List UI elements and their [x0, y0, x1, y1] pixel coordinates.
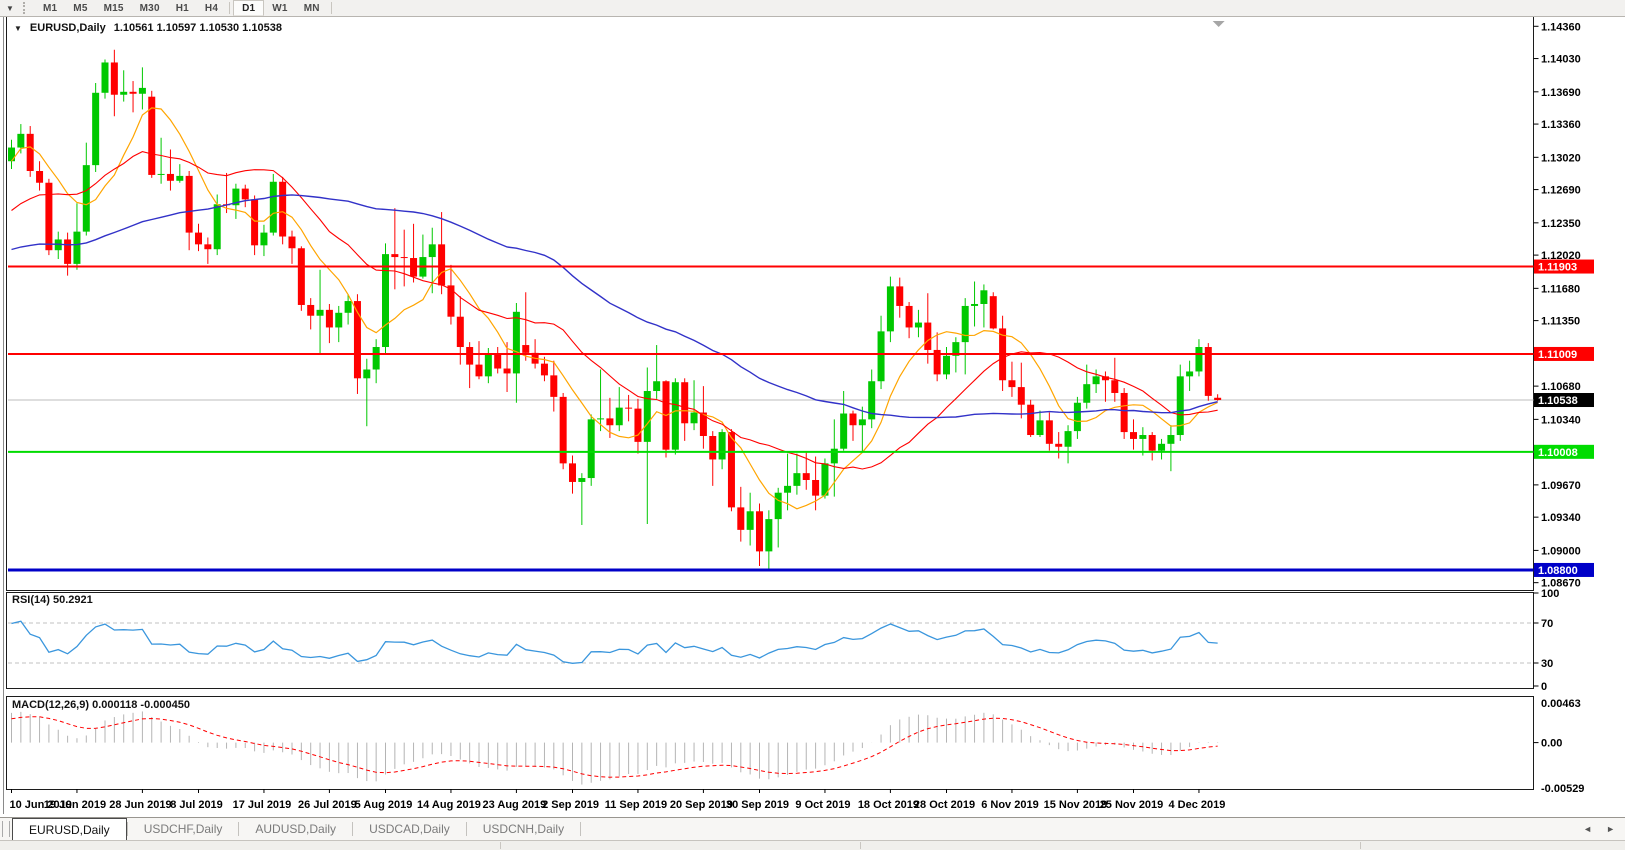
chart-tab-eurusd[interactable]: EURUSD,Daily: [12, 818, 127, 841]
candles-group: [8, 50, 1221, 571]
date-tick-label: 6 Nov 2019: [981, 799, 1038, 811]
chart-canvas[interactable]: 1.14360 1.14030 1.13690 1.13360 1.13020 1.126…: [0, 0, 1625, 849]
rsi-tick-label: 0: [1541, 681, 1547, 693]
chart-ohlc-values: 1.10561 1.10597 1.10530 1.10538: [114, 22, 282, 34]
rsi-tick-label: 30: [1541, 658, 1553, 670]
dropdown-arrow-icon: ▼: [6, 4, 14, 13]
price-tick-label: 1.11350: [1541, 316, 1580, 328]
price-tick-label: 1.13360: [1541, 119, 1581, 131]
date-tick-label: 30 Sep 2019: [726, 799, 789, 811]
macd-tick-label: 0.00: [1541, 738, 1562, 750]
tab-separator: [580, 822, 581, 836]
date-tick-label: 18 Oct 2019: [858, 799, 919, 811]
price-badge: 1.11009: [1534, 347, 1594, 361]
date-tick-label: 9 Oct 2019: [795, 799, 850, 811]
price-tick-label: 1.09000: [1541, 545, 1581, 557]
status-separator: [1360, 842, 1361, 849]
svg-text:1.10008: 1.10008: [1538, 447, 1578, 459]
chart-tab-usdcad[interactable]: USDCAD,Daily: [353, 818, 466, 840]
tab-scroll-left-icon[interactable]: ◄: [1583, 824, 1592, 834]
timeframe-button-m1[interactable]: M1: [35, 0, 65, 16]
chart-title: ▼ EURUSD,Daily 1.10561 1.10597 1.10530 1…: [14, 22, 282, 34]
date-tick-label: 8 Jul 2019: [170, 799, 223, 811]
status-separator: [500, 842, 501, 849]
toolbar-separator: [229, 2, 230, 14]
chart-collapse-icon[interactable]: ▼: [14, 24, 22, 33]
toolbar-drag-grip[interactable]: [23, 2, 32, 14]
price-badge: 1.10008: [1534, 445, 1594, 459]
svg-text:1.10538: 1.10538: [1538, 395, 1578, 407]
price-badge: 1.11903: [1534, 260, 1594, 274]
status-separator: [860, 842, 861, 849]
macd-signal-line: [12, 717, 1218, 777]
timeframe-buttons: M1M5M15M30H1H4 D1W1MN: [35, 0, 335, 16]
timeframe-button-w1[interactable]: W1: [264, 0, 295, 16]
chart-tab-usdchf[interactable]: USDCHF,Daily: [128, 818, 239, 840]
svg-text:1.11903: 1.11903: [1538, 262, 1577, 274]
date-tick-label: 20 Sep 2019: [670, 799, 733, 811]
tab-scroll-right-icon[interactable]: ►: [1606, 824, 1615, 834]
macd-indicator-label: MACD(12,26,9) 0.000118 -0.000450: [12, 699, 190, 711]
price-tick-label: 1.13690: [1541, 87, 1581, 99]
price-tick-label: 1.14360: [1541, 21, 1581, 33]
date-tick-label: 5 Aug 2019: [355, 799, 413, 811]
macd-tick-label: -0.00529: [1541, 783, 1584, 795]
date-tick-label: 28 Jun 2019: [109, 799, 171, 811]
date-tick-label: 25 Nov 2019: [1100, 799, 1164, 811]
ma-fast-line: [12, 108, 1218, 509]
rsi-tick-label: 70: [1541, 618, 1553, 630]
price-tick-label: 1.09670: [1541, 480, 1581, 492]
macd-histogram: [12, 711, 1218, 784]
timeframe-button-d1[interactable]: D1: [233, 0, 264, 16]
toolbar-separator: [331, 2, 332, 14]
date-tick-label: 4 Dec 2019: [1169, 799, 1226, 811]
svg-text:1.11009: 1.11009: [1538, 349, 1577, 361]
date-tick-label: 14 Aug 2019: [417, 799, 481, 811]
chart-tab-audusd[interactable]: AUDUSD,Daily: [239, 818, 352, 840]
chart-shift-icon: [1213, 21, 1225, 27]
price-badge: 1.08800: [1534, 563, 1594, 577]
chart-tab-bar: EURUSD,DailyUSDCHF,DailyAUDUSD,DailyUSDC…: [0, 817, 1625, 840]
price-tick-label: 1.11680: [1541, 283, 1580, 295]
timeframe-button-m15[interactable]: M15: [96, 0, 132, 16]
chart-tabs: EURUSD,DailyUSDCHF,DailyAUDUSD,DailyUSDC…: [12, 818, 581, 840]
price-badge: 1.10538: [1534, 393, 1594, 407]
date-tick-label: 11 Sep 2019: [605, 799, 667, 811]
date-tick-label: 28 Oct 2019: [914, 799, 975, 811]
chart-tab-usdcnh[interactable]: USDCNH,Daily: [467, 818, 580, 840]
rsi-line: [12, 621, 1218, 663]
date-tick-label: 15 Nov 2019: [1044, 799, 1108, 811]
price-tick-label: 1.10340: [1541, 414, 1581, 426]
chart-symbol-label: EURUSD,Daily: [30, 22, 106, 34]
price-tick-label: 1.10680: [1541, 381, 1581, 393]
price-tick-label: 1.12690: [1541, 185, 1581, 197]
timeframe-toolbar: ▼ M1M5M15M30H1H4 D1W1MN: [0, 0, 1625, 17]
svg-text:1.08800: 1.08800: [1538, 565, 1578, 577]
timeframe-button-mn[interactable]: MN: [296, 0, 328, 16]
price-tick-label: 1.12350: [1541, 218, 1581, 230]
tab-bar-grip: [2, 821, 10, 837]
timeframe-button-h4[interactable]: H4: [197, 0, 226, 16]
price-tick-label: 1.09340: [1541, 512, 1581, 524]
macd-tick-label: 0.00463: [1541, 698, 1581, 710]
price-tick-label: 1.14030: [1541, 54, 1581, 66]
timeframe-button-m30[interactable]: M30: [132, 0, 168, 16]
price-tick-label: 1.13020: [1541, 152, 1581, 164]
timeframe-button-h1[interactable]: H1: [168, 0, 197, 16]
date-tick-label: 2 Sep 2019: [542, 799, 599, 811]
toolbar-dropdown-button[interactable]: ▼: [0, 0, 20, 16]
date-tick-label: 26 Jul 2019: [298, 799, 357, 811]
rsi-indicator-label: RSI(14) 50.2921: [12, 594, 93, 606]
timeframe-button-m5[interactable]: M5: [65, 0, 95, 16]
rsi-tick-label: 100: [1541, 588, 1559, 600]
date-tick-label: 23 Aug 2019: [483, 799, 547, 811]
date-tick-label: 17 Jul 2019: [233, 799, 292, 811]
date-tick-label: 19 Jun 2019: [44, 799, 106, 811]
